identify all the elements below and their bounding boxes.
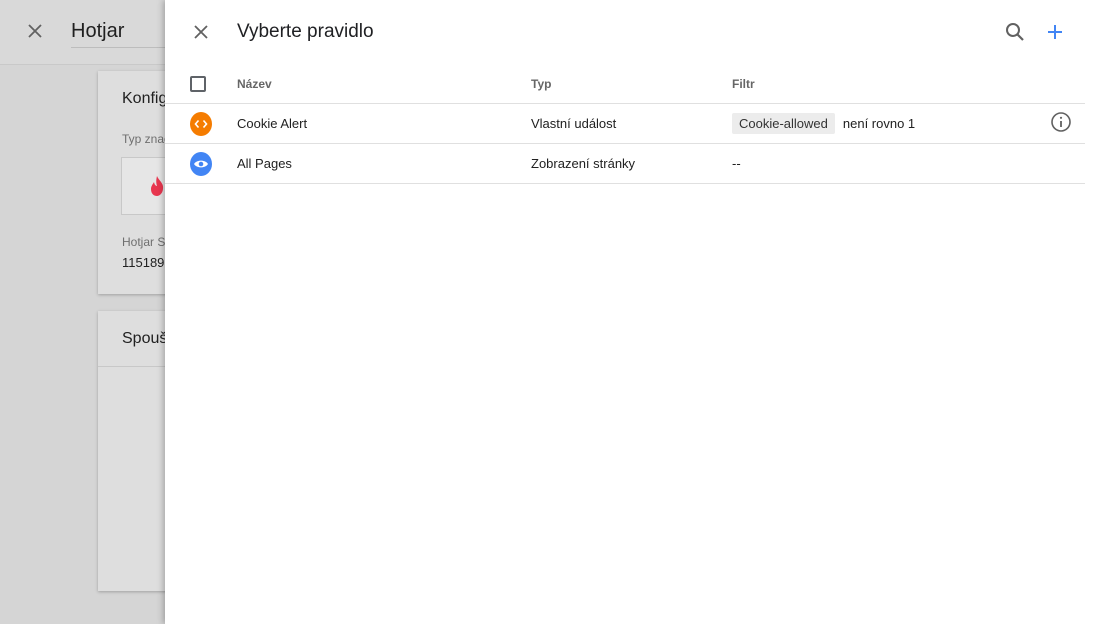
trigger-filter: -- [732,156,741,171]
table-header-row: Název Typ Filtr [165,64,1085,104]
table-row[interactable]: All Pages Zobrazení stránky -- [165,144,1085,184]
select-all-checkbox[interactable] [190,75,206,92]
trigger-type: Zobrazení stránky [531,156,636,171]
panel-title: Vyberte pravidlo [237,21,374,42]
column-header-type[interactable]: Typ [531,64,551,103]
choose-trigger-panel: Vyberte pravidlo Název Typ Filtr Cookie … [165,0,1100,624]
filter-variable-chip: Cookie-allowed [732,113,835,134]
trigger-filter: Cookie-allowed není rovno 1 [732,104,915,143]
select-all-cell [190,64,212,103]
trigger-name[interactable]: All Pages [237,144,292,183]
trigger-table: Název Typ Filtr Cookie Alert Vlastní udá… [165,64,1085,184]
column-header-name[interactable]: Název [237,64,272,103]
panel-close-icon[interactable] [190,21,212,43]
custom-event-icon [190,111,212,136]
site-id-label: Hotjar S [122,235,166,249]
trigger-type: Vlastní událost [531,116,617,131]
info-icon[interactable] [1050,111,1072,136]
background-close-icon[interactable] [24,20,46,42]
page-view-icon [190,151,212,176]
row-icon-cell [190,144,212,183]
search-icon[interactable] [1003,20,1027,44]
info-cell [1050,104,1074,143]
filter-condition: není rovno 1 [842,116,916,131]
hotjar-flame-icon [148,175,166,202]
trigger-card-heading: Spouš [122,330,168,347]
table-row[interactable]: Cookie Alert Vlastní událost Cookie-allo… [165,104,1085,144]
site-id-value: 115189 [122,255,165,270]
config-card-heading: Konfig [122,90,168,107]
trigger-name[interactable]: Cookie Alert [237,104,307,143]
row-icon-cell [190,104,212,143]
tag-type-label: Typ znač [122,132,171,146]
add-trigger-icon[interactable] [1043,20,1067,44]
column-header-filter[interactable]: Filtr [732,64,755,103]
